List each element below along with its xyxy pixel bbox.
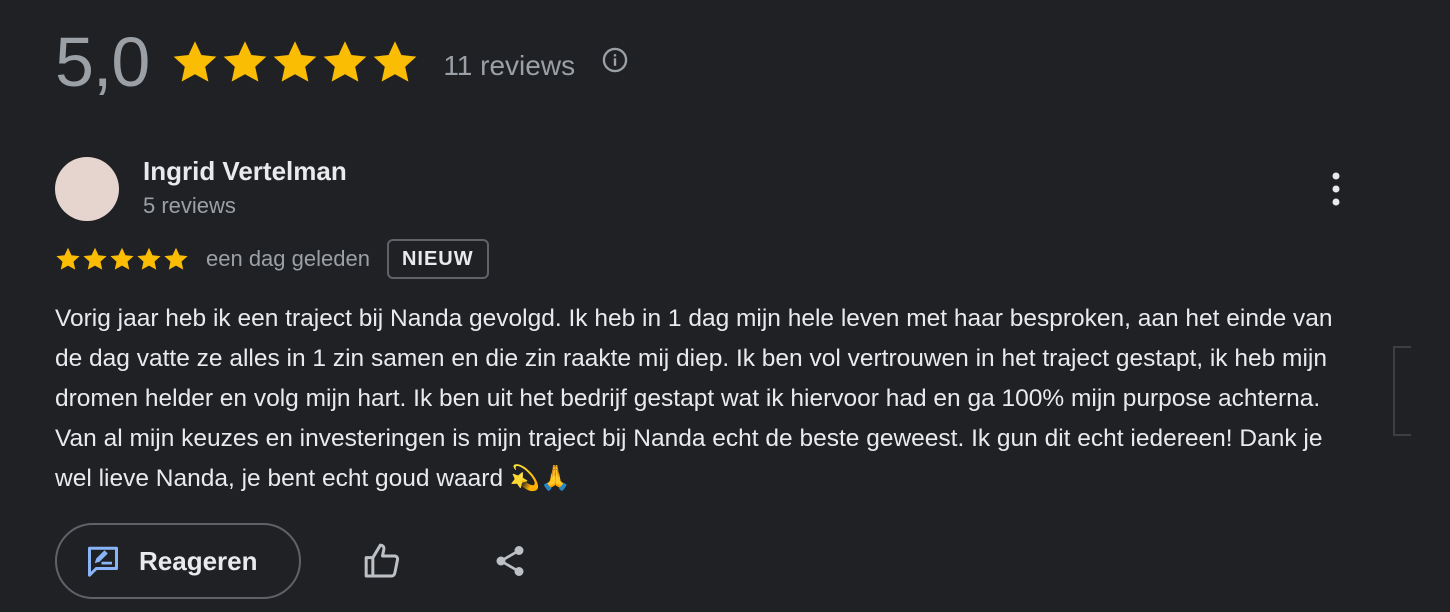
- star-icon: [56, 247, 80, 270]
- share-icon: [496, 546, 524, 576]
- average-star-rating: [171, 38, 419, 86]
- more-options-button[interactable]: [1316, 166, 1356, 212]
- star-icon: [373, 41, 417, 82]
- new-badge: NIEUW: [386, 239, 489, 279]
- author-name[interactable]: Ingrid Vertelman: [143, 156, 347, 187]
- scrollbar-handle[interactable]: [1393, 346, 1411, 436]
- share-button[interactable]: [486, 537, 534, 585]
- like-button[interactable]: [358, 537, 406, 585]
- author-review-count[interactable]: 5 reviews: [143, 193, 236, 219]
- reply-icon: [88, 546, 118, 577]
- star-icon: [323, 41, 367, 82]
- reply-button[interactable]: Reageren: [55, 523, 301, 599]
- star-icon: [273, 41, 317, 82]
- review-text: Vorig jaar heb ik een traject bij Nanda …: [55, 305, 1333, 492]
- review-rating-row: een dag geleden NIEUW: [55, 237, 489, 281]
- review-count: 11 reviews: [443, 50, 576, 81]
- star-icon: [164, 247, 188, 270]
- star-icon: [110, 247, 134, 270]
- star-icon: [83, 247, 107, 270]
- review-date: een dag geleden: [206, 246, 370, 271]
- avatar[interactable]: [55, 157, 119, 221]
- reply-label: Reageren: [139, 545, 258, 576]
- info-icon[interactable]: [601, 46, 629, 74]
- star-icon: [137, 247, 161, 270]
- star-icon: [223, 41, 267, 82]
- more-vert-icon: [1332, 172, 1340, 206]
- thumbs-up-icon: [364, 543, 400, 578]
- review-star-rating: [55, 246, 189, 272]
- average-rating: 5,0: [55, 23, 150, 101]
- rating-summary: 5,0 11 reviews: [55, 22, 629, 102]
- star-icon: [173, 41, 217, 82]
- review-panel: 5,0 11 reviews Ingrid Vertelman 5 review…: [0, 0, 1450, 612]
